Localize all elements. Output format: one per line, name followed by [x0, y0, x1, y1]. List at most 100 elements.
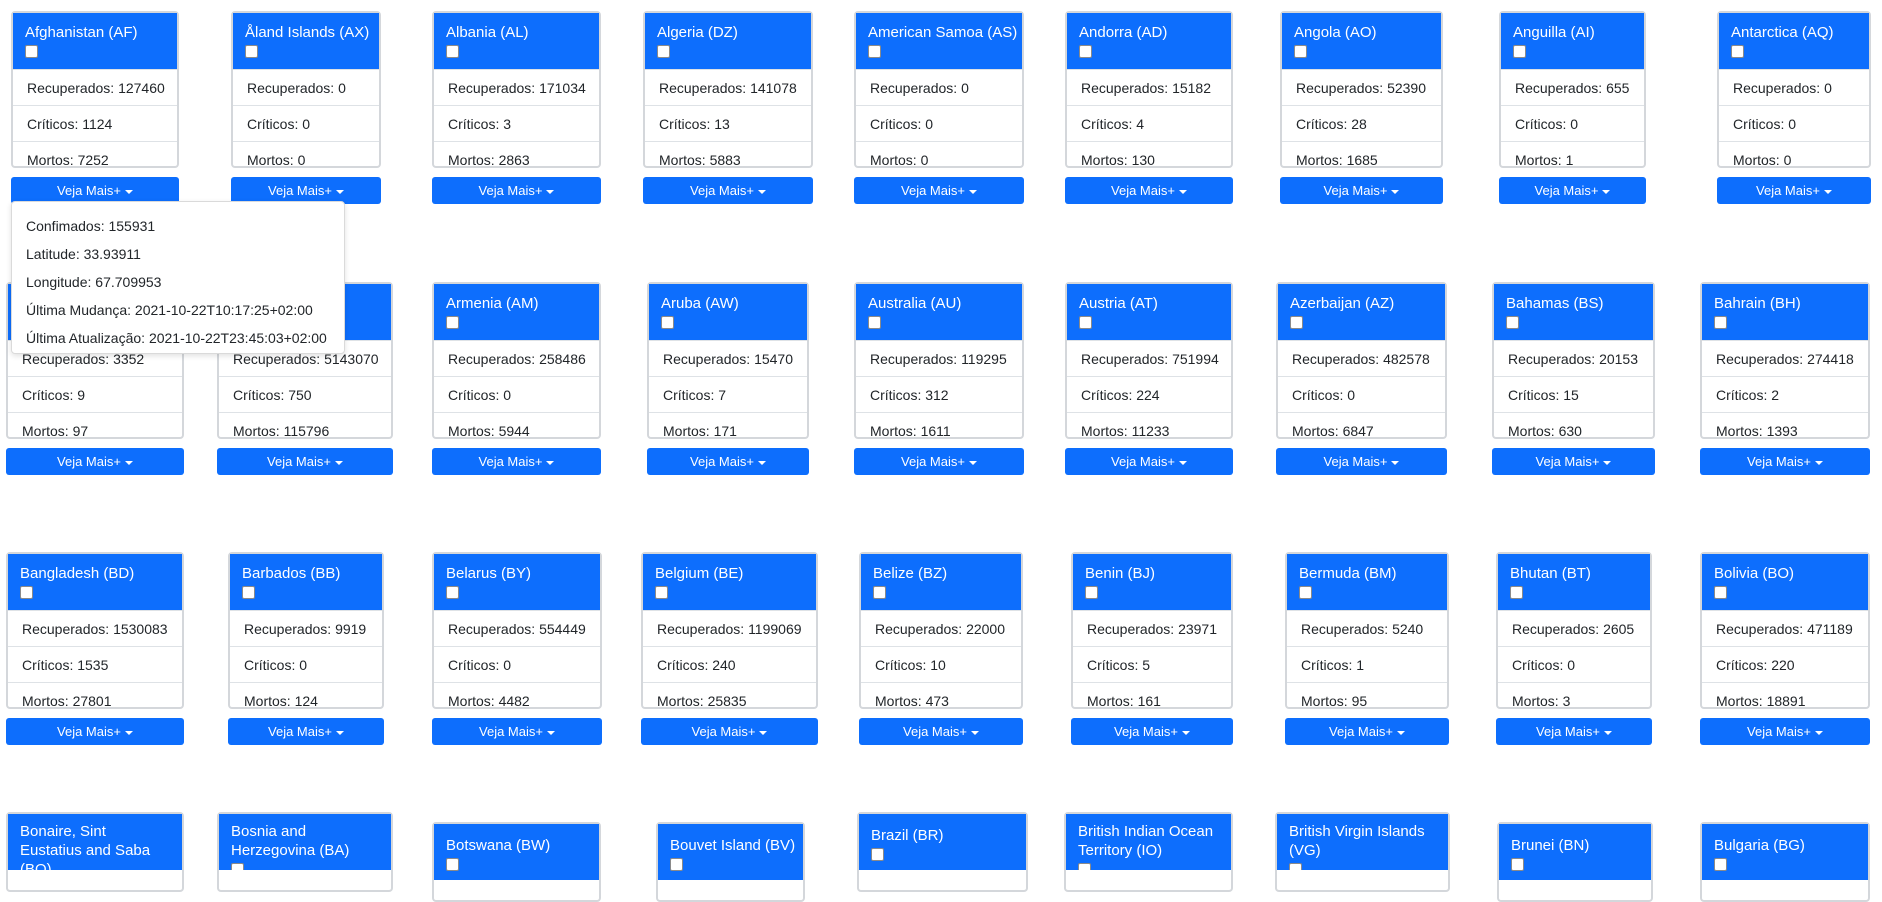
- select-checkbox[interactable]: [1714, 316, 1727, 329]
- select-checkbox[interactable]: [446, 858, 459, 871]
- dropdown-item-confirmed[interactable]: Confimados: 155931: [26, 212, 330, 240]
- select-checkbox[interactable]: [446, 316, 459, 329]
- see-more-button[interactable]: Veja Mais+: [432, 448, 601, 475]
- country-card: Bosnia and Herzegovina (BA): [217, 812, 393, 892]
- select-checkbox[interactable]: [670, 858, 683, 871]
- select-checkbox[interactable]: [868, 45, 881, 58]
- see-more-button[interactable]: Veja Mais+: [1065, 177, 1233, 204]
- see-more-button[interactable]: Veja Mais+: [647, 448, 809, 475]
- critical-row: Críticos: 312: [856, 376, 1022, 412]
- recovered-row: Recuperados: 15182: [1067, 69, 1231, 105]
- critical-label: Críticos:: [1508, 387, 1564, 403]
- see-more-button[interactable]: Veja Mais+: [231, 177, 381, 204]
- see-more-button[interactable]: Veja Mais+: [228, 718, 384, 745]
- dropdown-item-last-change[interactable]: Última Mudança: 2021-10-22T10:17:25+02:0…: [26, 296, 330, 324]
- country-name: Bahrain (BH): [1714, 295, 1801, 312]
- deaths-value: 2863: [498, 152, 530, 168]
- see-more-button[interactable]: Veja Mais+: [1065, 448, 1233, 475]
- card-header: Angola (AO): [1282, 13, 1441, 69]
- deaths-row: Mortos: 18891: [1702, 682, 1868, 718]
- card-header: American Samoa (AS): [856, 13, 1022, 69]
- see-more-button[interactable]: Veja Mais+: [432, 177, 601, 204]
- deaths-value: 5883: [709, 152, 741, 168]
- recovered-row: Recuperados: 119295: [856, 340, 1022, 376]
- deaths-label: Mortos:: [1716, 423, 1767, 439]
- caret-down-icon: [1178, 460, 1187, 465]
- recovered-label: Recuperados:: [247, 80, 339, 96]
- recovered-row: Recuperados: 171034: [434, 69, 599, 105]
- caret-down-icon: [124, 189, 133, 194]
- select-checkbox[interactable]: [868, 316, 881, 329]
- select-checkbox[interactable]: [1290, 316, 1303, 329]
- see-more-button[interactable]: Veja Mais+: [859, 718, 1023, 745]
- select-checkbox[interactable]: [657, 45, 670, 58]
- card-header: Botswana (BW): [434, 824, 599, 880]
- card-header: Bouvet Island (BV): [658, 824, 803, 880]
- recovered-value: 141078: [750, 80, 797, 96]
- select-checkbox[interactable]: [245, 45, 258, 58]
- select-checkbox[interactable]: [873, 586, 886, 599]
- card-header: Brazil (BR): [859, 814, 1026, 870]
- recovered-value: 23971: [1178, 621, 1217, 637]
- recovered-row: Recuperados: 751994: [1067, 340, 1231, 376]
- see-more-button[interactable]: Veja Mais+: [217, 448, 393, 475]
- select-checkbox[interactable]: [1513, 45, 1526, 58]
- see-more-button[interactable]: Veja Mais+: [1700, 448, 1870, 475]
- select-checkbox[interactable]: [871, 848, 884, 861]
- critical-row: Críticos: 0: [1498, 646, 1650, 682]
- select-checkbox[interactable]: [1085, 586, 1098, 599]
- select-checkbox[interactable]: [1714, 858, 1727, 871]
- see-more-label: Veja Mais+: [1534, 183, 1599, 198]
- see-more-button[interactable]: Veja Mais+: [1499, 177, 1646, 204]
- see-more-button[interactable]: Veja Mais+: [1285, 718, 1449, 745]
- see-more-button[interactable]: Veja Mais+: [643, 177, 813, 204]
- country-name: Austria (AT): [1079, 295, 1158, 312]
- see-more-button[interactable]: Veja Mais+: [1492, 448, 1655, 475]
- country-name: Afghanistan (AF): [25, 24, 138, 41]
- see-more-button[interactable]: Veja Mais+: [1717, 177, 1871, 204]
- select-checkbox[interactable]: [1714, 586, 1727, 599]
- select-checkbox[interactable]: [661, 316, 674, 329]
- select-checkbox[interactable]: [1506, 316, 1519, 329]
- select-checkbox[interactable]: [446, 45, 459, 58]
- see-more-button[interactable]: Veja Mais+: [854, 177, 1024, 204]
- select-checkbox[interactable]: [1510, 586, 1523, 599]
- see-more-button[interactable]: Veja Mais+: [1280, 177, 1443, 204]
- select-checkbox[interactable]: [25, 45, 38, 58]
- select-checkbox[interactable]: [1511, 858, 1524, 871]
- recovered-label: Recuperados:: [27, 80, 119, 96]
- critical-value: 13: [714, 116, 730, 132]
- country-card: Bahrain (BH) Recuperados: 274418 Críticos:…: [1700, 282, 1870, 439]
- select-checkbox[interactable]: [20, 586, 33, 599]
- select-checkbox[interactable]: [655, 586, 668, 599]
- see-more-label: Veja Mais+: [479, 724, 543, 739]
- see-more-button[interactable]: Veja Mais+: [432, 718, 602, 745]
- see-more-button[interactable]: Veja Mais+: [641, 718, 818, 745]
- recovered-value: 0: [961, 80, 969, 96]
- select-checkbox[interactable]: [1079, 45, 1092, 58]
- see-more-button[interactable]: Veja Mais+: [1071, 718, 1233, 745]
- caret-down-icon: [1396, 730, 1405, 735]
- caret-down-icon: [1823, 189, 1832, 194]
- see-more-button[interactable]: Veja Mais+: [6, 448, 184, 475]
- see-more-button[interactable]: Veja Mais+: [1276, 448, 1447, 475]
- see-more-button[interactable]: Veja Mais+: [854, 448, 1024, 475]
- dropdown-item-latitude[interactable]: Latitude: 33.93911: [26, 240, 330, 268]
- select-checkbox[interactable]: [1079, 316, 1092, 329]
- select-checkbox[interactable]: [1731, 45, 1744, 58]
- dropdown-item-last-update[interactable]: Última Atualização: 2021-10-22T23:45:03+…: [26, 324, 330, 352]
- see-more-button[interactable]: Veja Mais+: [11, 177, 179, 204]
- select-checkbox[interactable]: [242, 586, 255, 599]
- see-more-button[interactable]: Veja Mais+: [1496, 718, 1652, 745]
- see-more-label: Veja Mais+: [1756, 183, 1820, 198]
- see-more-label: Veja Mais+: [267, 454, 331, 469]
- country-card: Belarus (BY) Recuperados: 554449 Críticos:…: [432, 552, 602, 709]
- see-more-button[interactable]: Veja Mais+: [1700, 718, 1870, 745]
- select-checkbox[interactable]: [1299, 586, 1312, 599]
- select-checkbox[interactable]: [446, 586, 459, 599]
- card-header: Bolivia (BO): [1702, 554, 1868, 610]
- select-checkbox[interactable]: [1294, 45, 1307, 58]
- recovered-label: Recuperados:: [663, 351, 755, 367]
- see-more-button[interactable]: Veja Mais+: [6, 718, 184, 745]
- dropdown-item-longitude[interactable]: Longitude: 67.709953: [26, 268, 330, 296]
